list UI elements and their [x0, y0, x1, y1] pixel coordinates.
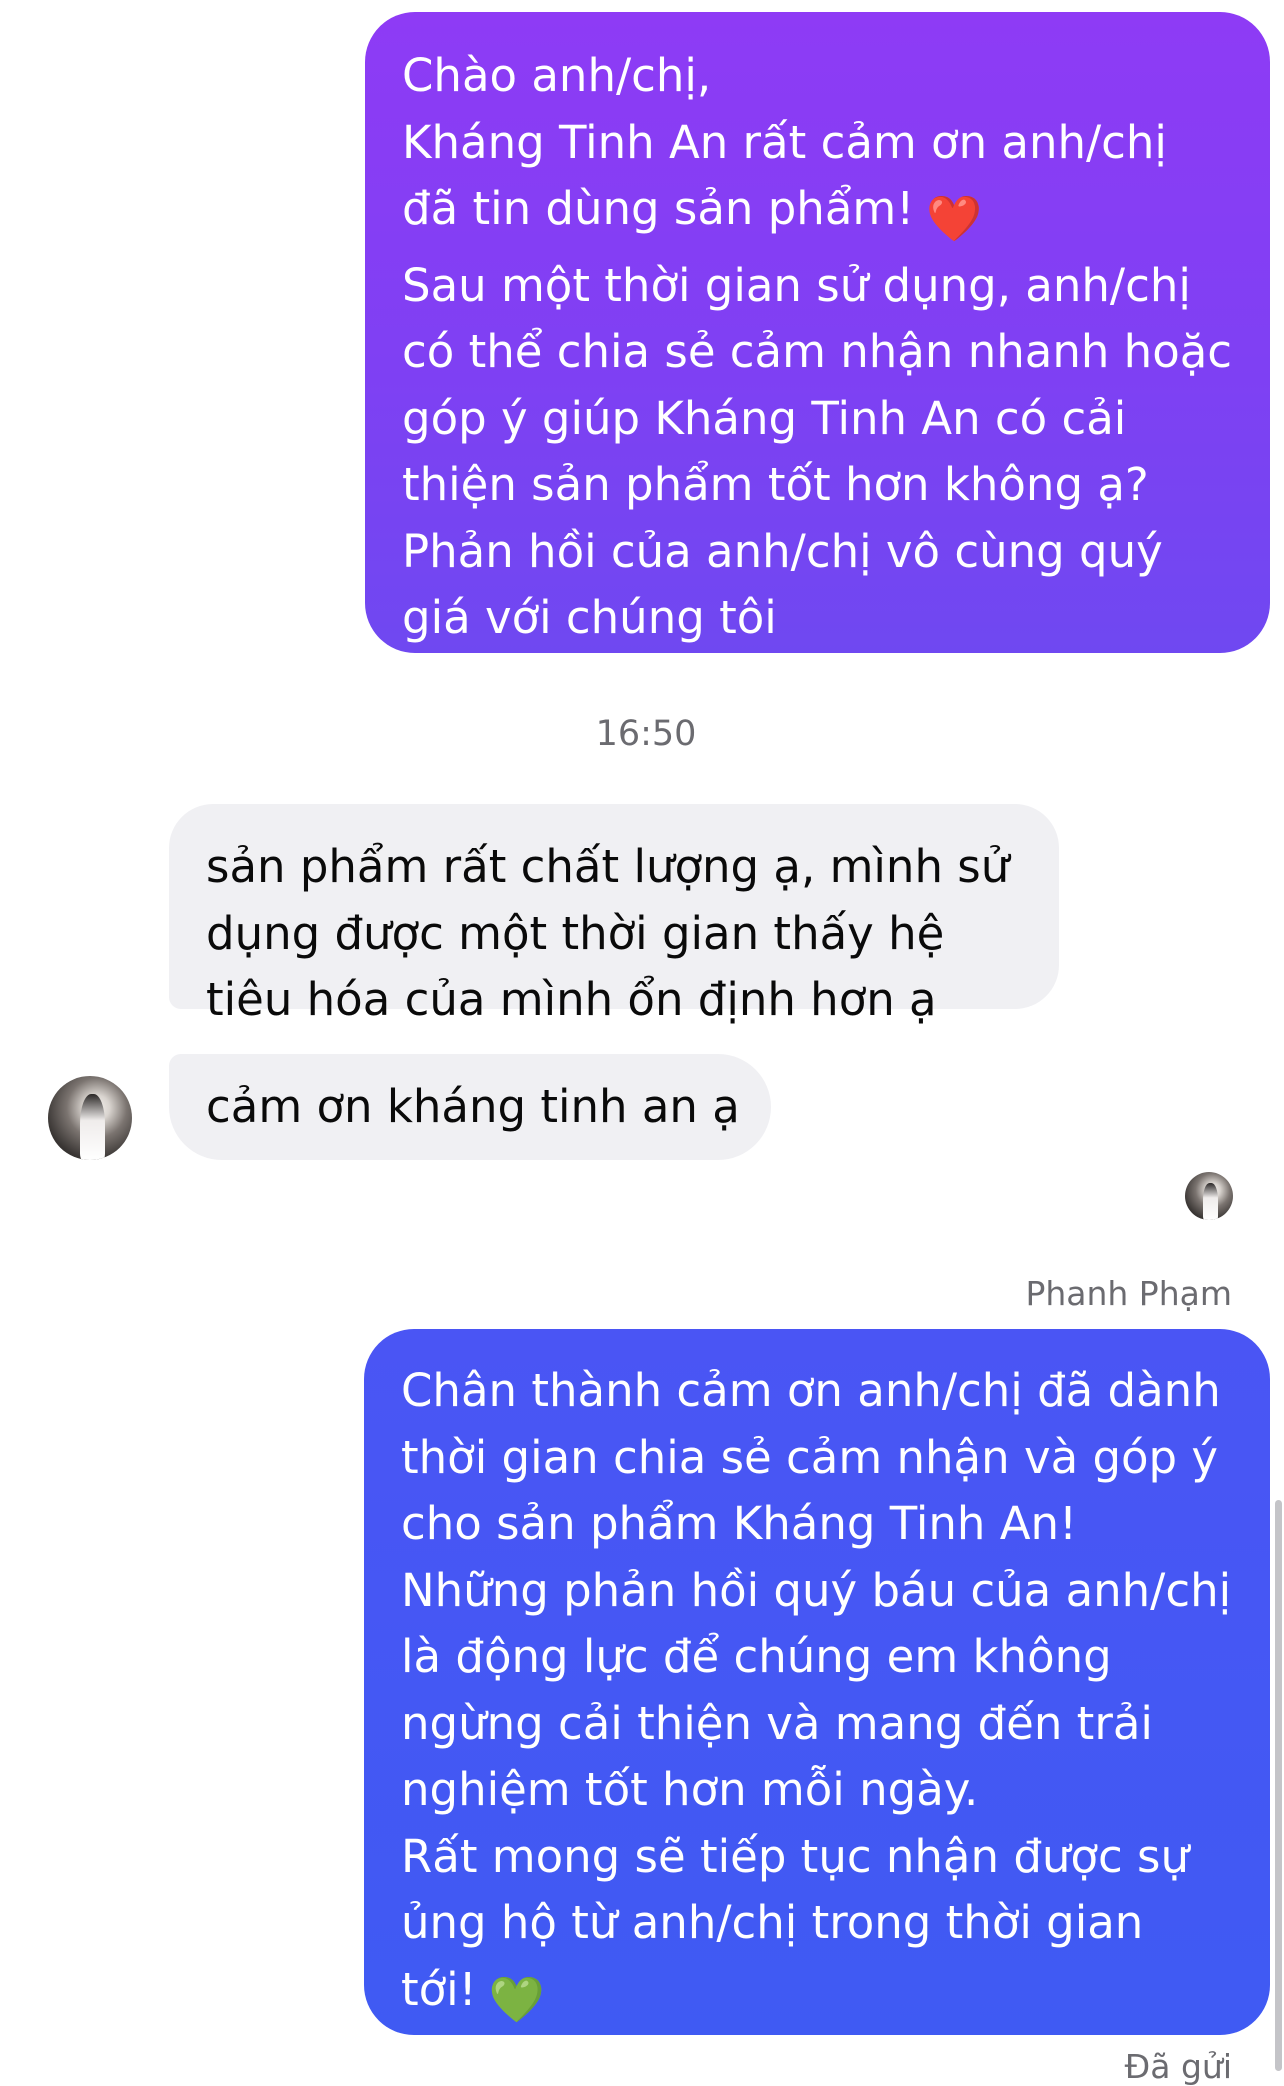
message-text: sản phẩm rất chất lượng ạ, mình sử dụng … — [206, 840, 1010, 1026]
incoming-message-bubble[interactable]: sản phẩm rất chất lượng ạ, mình sử dụng … — [169, 804, 1059, 1026]
message-text: cảm ơn kháng tinh an ạ — [206, 1080, 740, 1133]
outgoing-message-bubble[interactable]: Chân thành cảm ơn anh/chị đã dành thời g… — [364, 1329, 1270, 2035]
seen-receipt-avatar — [1185, 1172, 1233, 1220]
sender-name-label: Phanh Phạm — [1025, 1274, 1232, 1313]
contact-avatar[interactable] — [48, 1076, 132, 1160]
message-timestamp: 16:50 — [595, 714, 697, 754]
green-heart-emoji-icon: 💚 — [488, 1972, 545, 2026]
message-text-continued: Sau một thời gian sử dụng, anh/chị có th… — [402, 258, 1233, 645]
message-text: Chân thành cảm ơn anh/chị đã dành thời g… — [401, 1364, 1232, 2016]
scroll-indicator[interactable] — [1275, 1500, 1282, 2071]
red-heart-emoji-icon: ❤️ — [926, 192, 983, 245]
outgoing-message-bubble[interactable]: Chào anh/chị, Kháng Tinh An rất cảm ơn a… — [365, 12, 1270, 653]
incoming-message-bubble[interactable]: cảm ơn kháng tinh an ạ — [169, 1054, 771, 1160]
delivery-status: Đã gửi — [1124, 2047, 1232, 2086]
message-text: Chào anh/chị, Kháng Tinh An rất cảm ơn a… — [402, 49, 1167, 235]
